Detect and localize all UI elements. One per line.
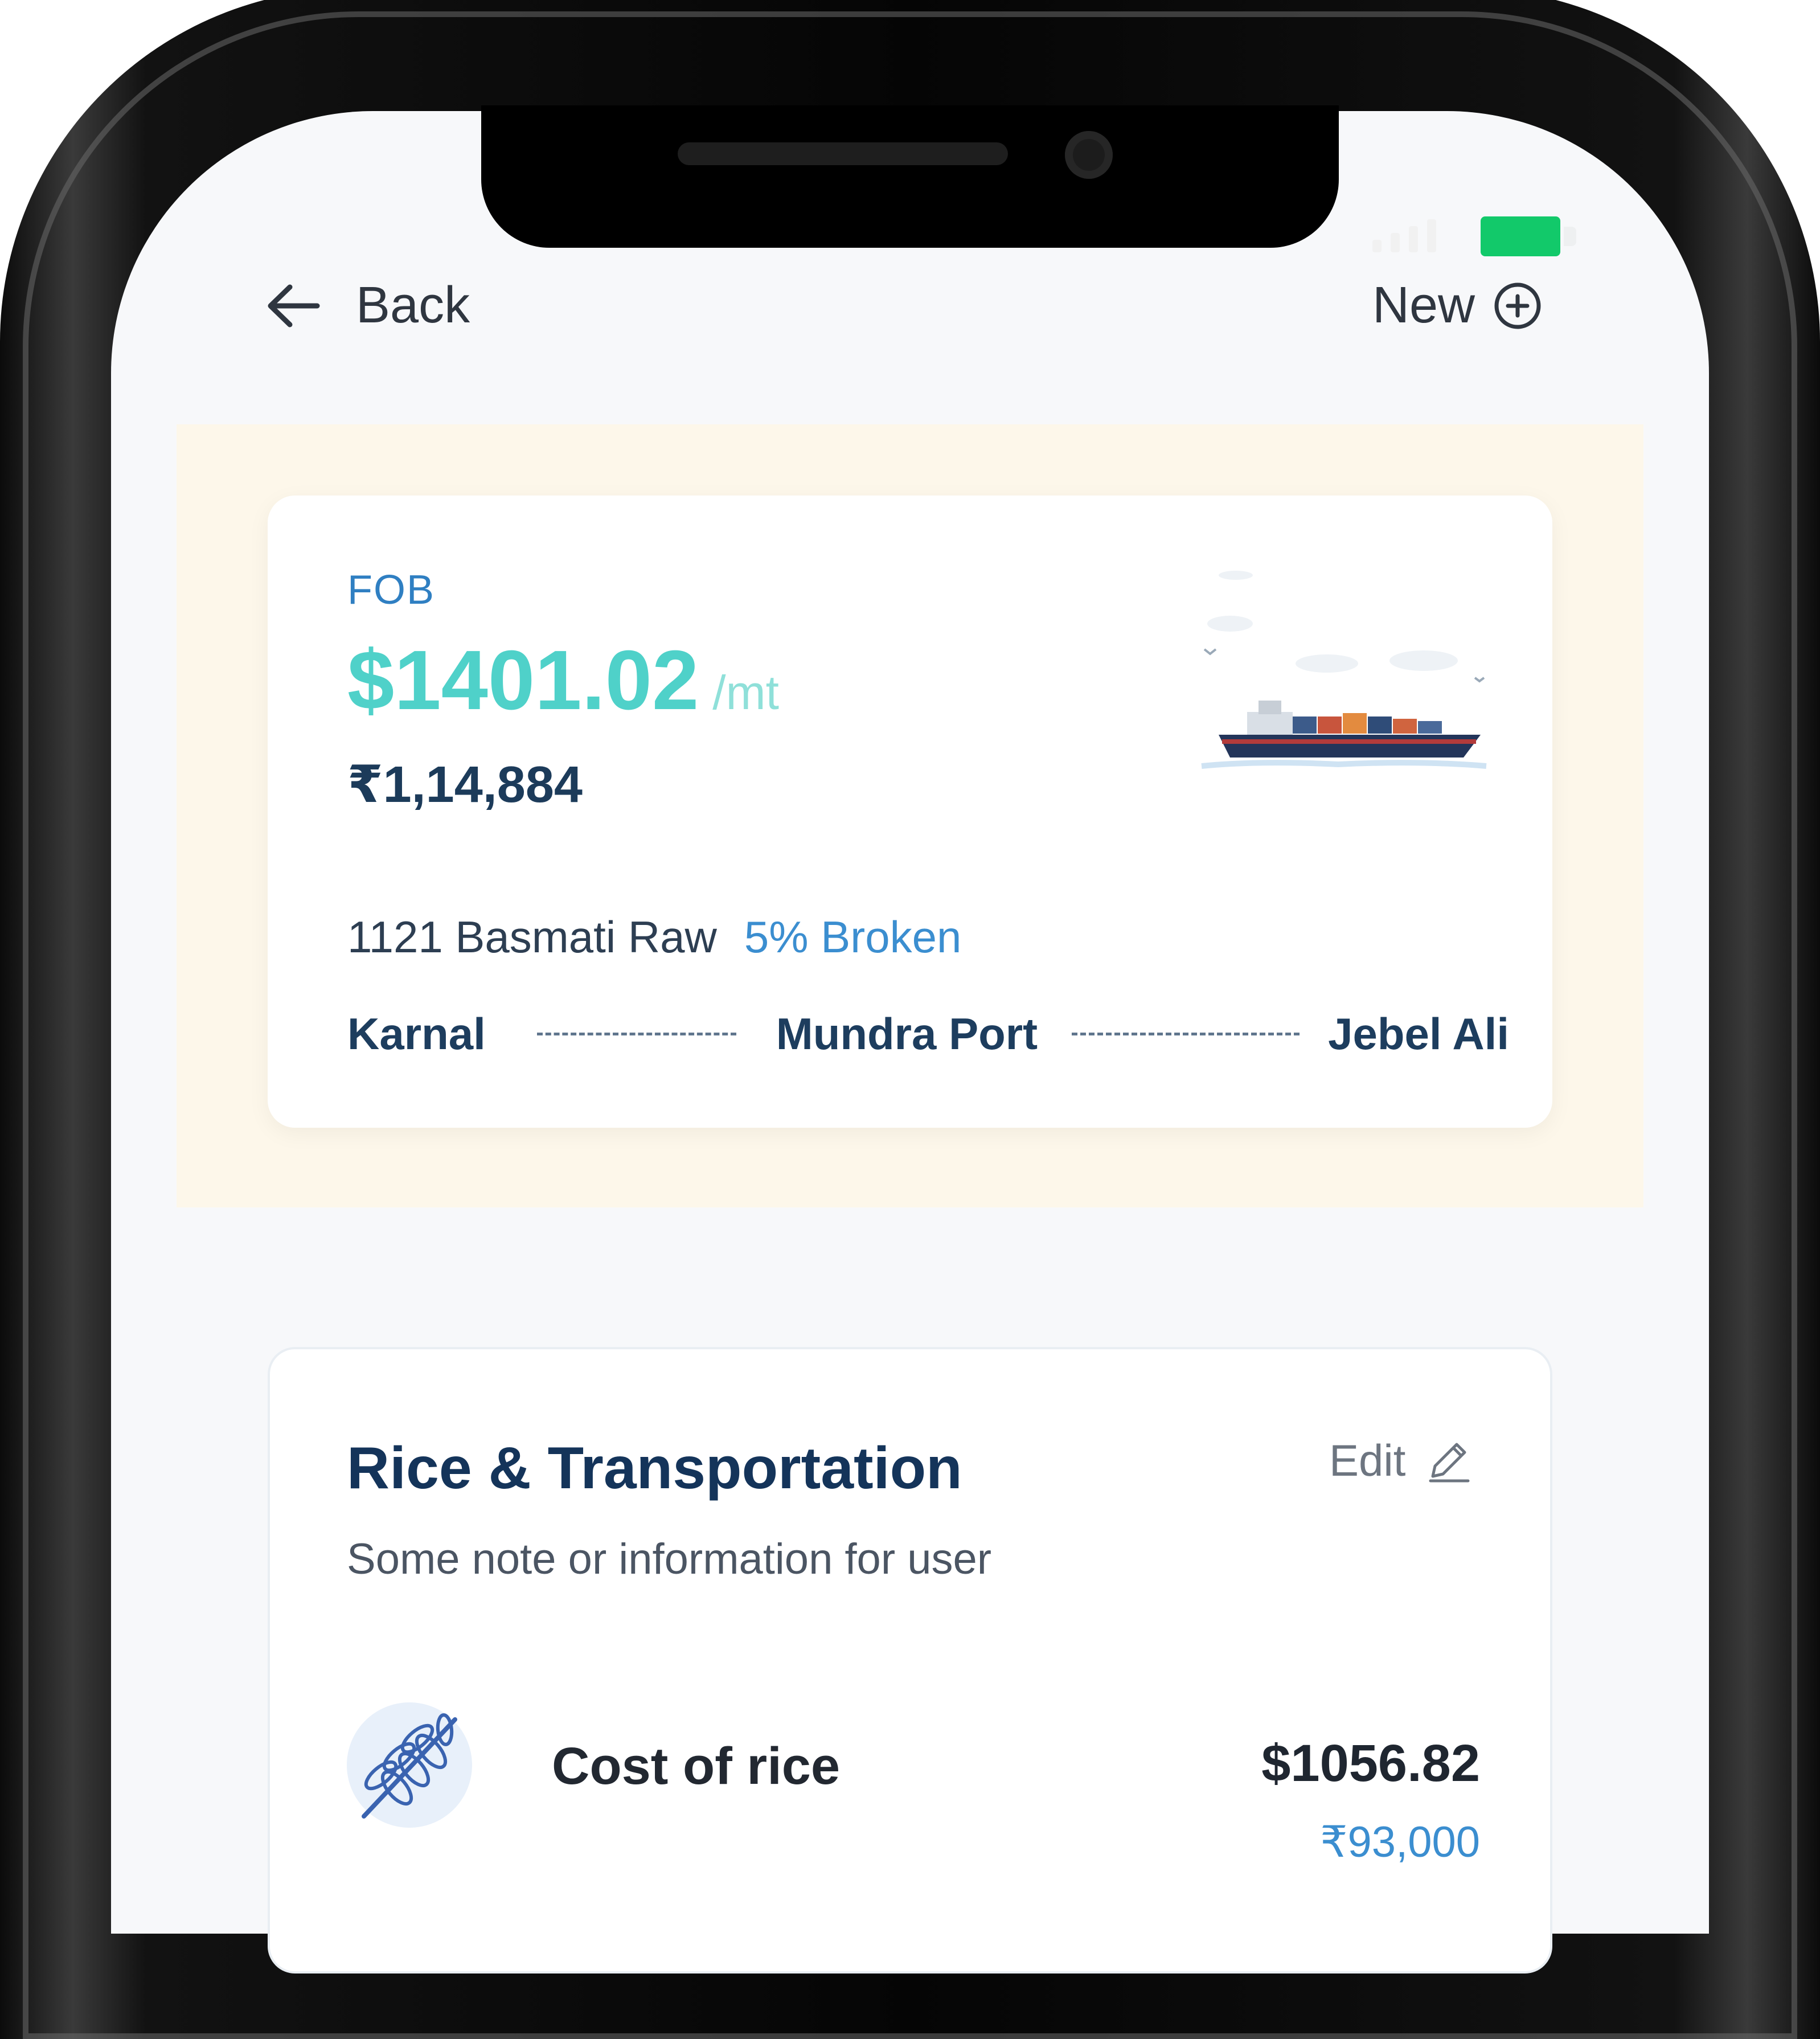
- price-inr: ₹1,14,884: [347, 756, 583, 813]
- battery-cap: [1564, 227, 1576, 246]
- usd-price-row: $1401.02 /mt: [347, 632, 779, 729]
- back-label: Back: [356, 277, 470, 334]
- cost-inr: ₹93,000: [1320, 1818, 1480, 1866]
- arrow-left-icon: [268, 284, 320, 327]
- battery-icon: [1481, 216, 1560, 256]
- cost-usd: $1056.82: [1261, 1734, 1480, 1792]
- variety-row: 1121 Basmati Raw 5% Broken: [347, 911, 961, 963]
- edit-button[interactable]: Edit: [1329, 1435, 1474, 1487]
- broken-percentage: 5% Broken: [744, 912, 962, 962]
- plus-circle-icon: [1494, 282, 1541, 329]
- cargo-ship-illustration: [1201, 571, 1487, 769]
- cost-row-rice[interactable]: Cost of rice $1056.82 ₹93,000: [347, 1702, 1480, 1866]
- route-destination: Jebel Ali: [1328, 1009, 1509, 1059]
- speaker-grille: [678, 142, 1008, 165]
- back-button[interactable]: Back: [265, 276, 470, 335]
- route-row: Karnal Mundra Port Jebel Ali: [347, 1008, 1509, 1060]
- front-camera: [1065, 131, 1113, 179]
- route-divider: [1072, 1033, 1300, 1035]
- route-port: Mundra Port: [776, 1009, 1038, 1059]
- route-origin: Karnal: [347, 1009, 486, 1059]
- price-usd: $1401.02: [347, 633, 699, 727]
- variety-name: 1121 Basmati Raw: [347, 912, 717, 962]
- section-note: Some note or information for user: [347, 1535, 992, 1583]
- rice-icon-badge: [347, 1702, 472, 1828]
- phone-notch: [481, 105, 1339, 248]
- cost-label: Cost of rice: [552, 1737, 841, 1795]
- pencil-icon: [1429, 1443, 1470, 1482]
- edit-label: Edit: [1329, 1435, 1406, 1485]
- price-term-label: FOB: [347, 567, 436, 613]
- new-label: New: [1372, 277, 1475, 334]
- signal-strength-icon: [1372, 219, 1436, 252]
- fob-price-card[interactable]: FOB $1401.02 /mt ₹1,14,884 1121 Basmati …: [268, 496, 1552, 1128]
- rice-transportation-card: Rice & Transportation Edit Some note or …: [268, 1347, 1552, 1974]
- price-unit: /mt: [712, 666, 779, 719]
- new-button[interactable]: New: [1372, 276, 1543, 335]
- rice-grain-icon: [362, 1713, 457, 1819]
- section-title: Rice & Transportation: [347, 1435, 962, 1501]
- route-divider: [536, 1033, 736, 1035]
